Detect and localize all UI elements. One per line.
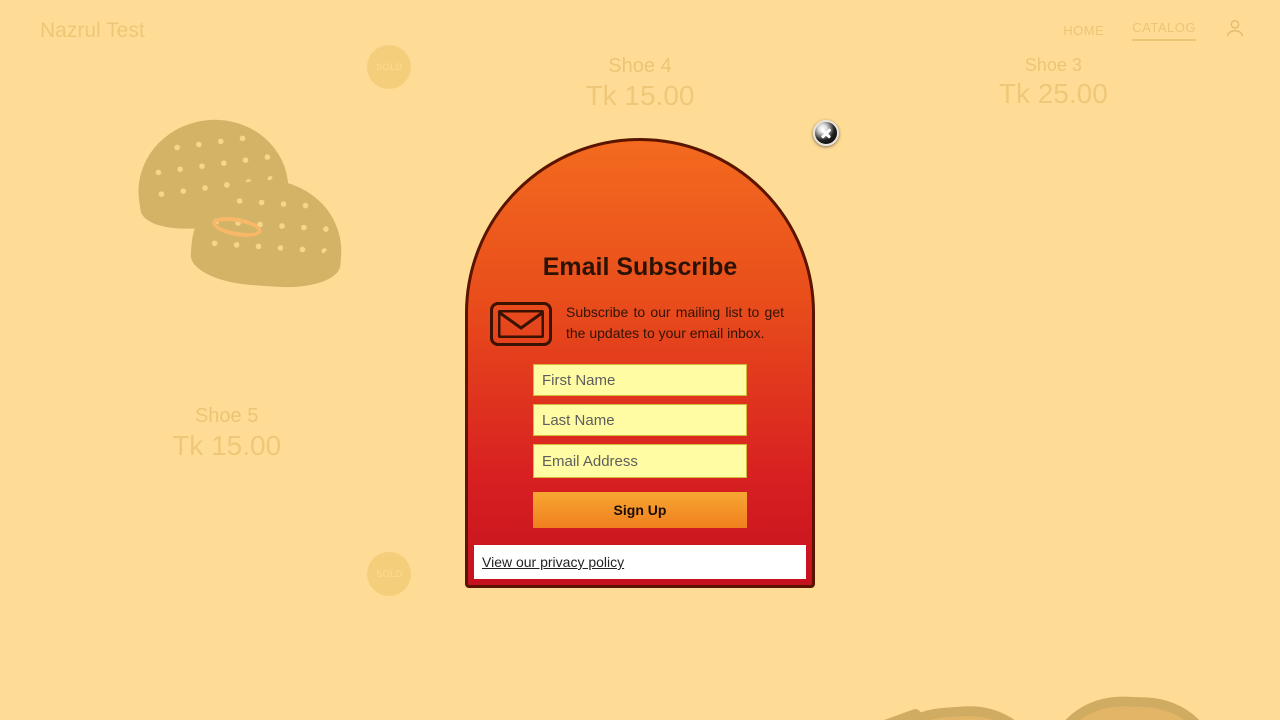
first-name-input[interactable]: [533, 364, 747, 396]
subscribe-modal: Email Subscribe Subscribe to our mailing…: [465, 138, 815, 588]
subscribe-form: Sign Up: [468, 346, 812, 528]
privacy-bar: View our privacy policy: [474, 545, 806, 579]
modal-description: Subscribe to our mailing list to get the…: [566, 302, 784, 344]
envelope-icon: [490, 302, 552, 346]
close-icon[interactable]: [813, 120, 839, 146]
email-input[interactable]: [533, 444, 747, 478]
modal-title: Email Subscribe: [468, 253, 812, 282]
last-name-input[interactable]: [533, 404, 747, 436]
signup-button[interactable]: Sign Up: [533, 492, 747, 528]
privacy-link[interactable]: View our privacy policy: [482, 554, 624, 570]
